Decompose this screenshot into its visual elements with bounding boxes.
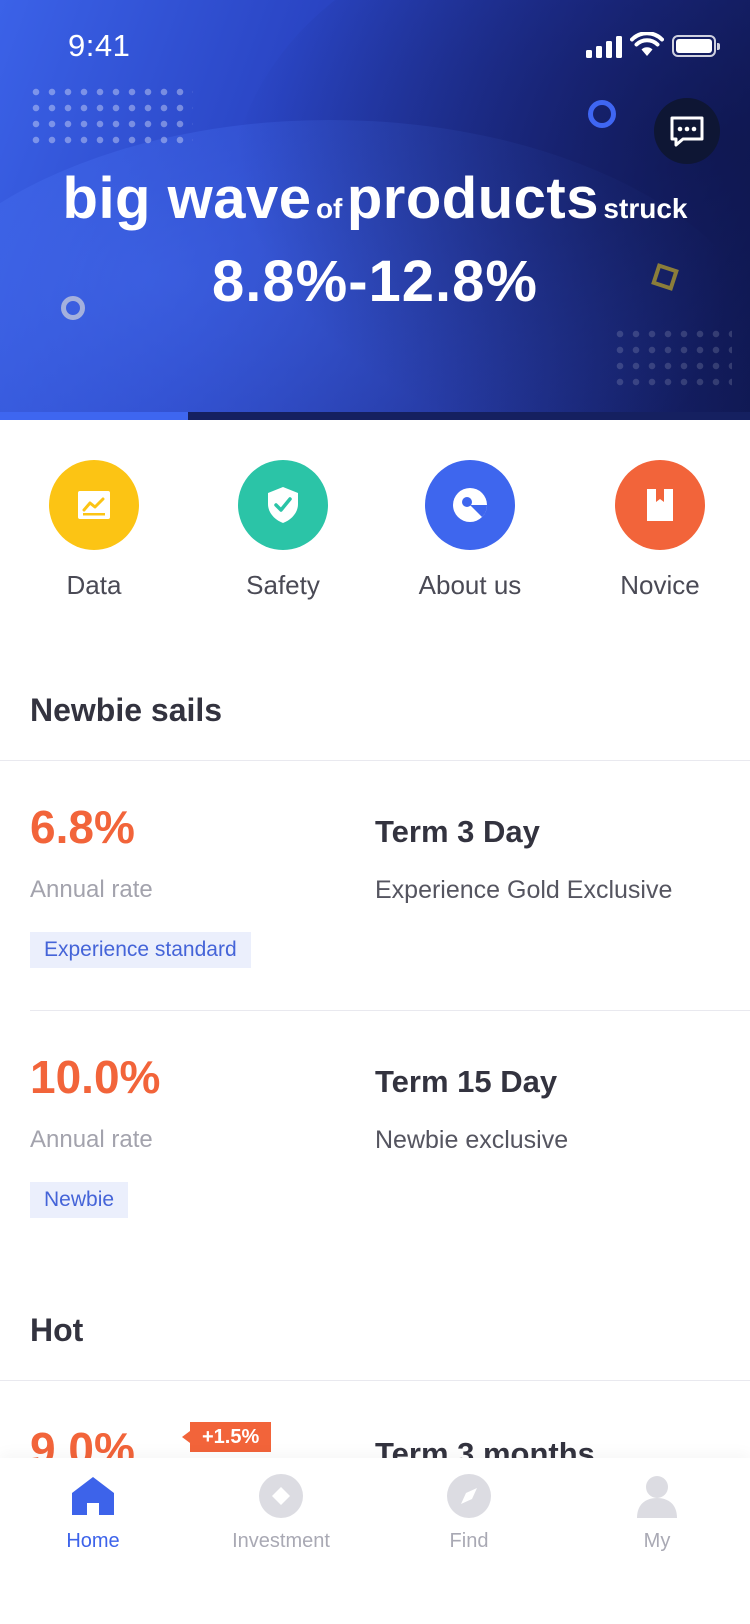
tab-find[interactable]: Find bbox=[389, 1474, 549, 1553]
divider bbox=[30, 1010, 750, 1011]
tab-my[interactable]: My bbox=[577, 1474, 737, 1553]
bonus-rate-badge: +1.5% bbox=[181, 1422, 272, 1452]
tab-label: My bbox=[643, 1530, 671, 1552]
divider bbox=[0, 760, 750, 761]
home-screen: 9:41 big wave of products struck 8.8%-12… bbox=[0, 0, 750, 1624]
cellular-signal-icon bbox=[586, 36, 624, 58]
section-title-newbie: Newbie sails bbox=[30, 692, 223, 728]
shortcut-novice[interactable]: Novice bbox=[580, 460, 740, 601]
headline-text: of bbox=[315, 193, 343, 224]
product-tag: Experience standard bbox=[30, 932, 251, 968]
dot-pattern-decoration bbox=[612, 326, 732, 388]
shortcut-grid: Data Safety About us Novice bbox=[0, 460, 750, 610]
message-button[interactable] bbox=[654, 98, 720, 164]
tab-investment[interactable]: Investment bbox=[201, 1474, 361, 1553]
battery-icon bbox=[672, 35, 720, 57]
chat-bubble-icon bbox=[670, 116, 704, 147]
user-icon bbox=[635, 1474, 679, 1518]
shortcut-label: About us bbox=[418, 570, 522, 600]
compass-icon bbox=[453, 488, 487, 522]
section-title-hot: Hot bbox=[30, 1312, 84, 1348]
wifi-icon bbox=[630, 32, 664, 56]
product-rate-label: Annual rate bbox=[30, 1126, 153, 1153]
product-tag: Newbie bbox=[30, 1182, 129, 1218]
headline-text: struck bbox=[603, 193, 688, 224]
tab-home[interactable]: Home bbox=[13, 1474, 173, 1553]
product-description: Newbie exclusive bbox=[375, 1126, 569, 1154]
product-rate: 10.0% bbox=[30, 1051, 161, 1103]
shield-check-icon bbox=[268, 487, 298, 523]
chart-icon bbox=[78, 491, 110, 519]
product-term: Term 15 Day bbox=[375, 1064, 558, 1099]
headline-text: products bbox=[346, 166, 599, 231]
shortcut-icon-circle bbox=[615, 460, 705, 550]
status-bar: 9:41 bbox=[0, 0, 750, 90]
promo-banner[interactable]: 9:41 big wave of products struck 8.8%-12… bbox=[0, 0, 750, 420]
divider bbox=[0, 1380, 750, 1381]
dot-pattern-decoration bbox=[28, 84, 193, 146]
shortcut-icon-circle bbox=[49, 460, 139, 550]
tab-label: Find bbox=[449, 1530, 489, 1552]
product-description: Experience Gold Exclusive bbox=[375, 876, 673, 904]
carousel-progress bbox=[0, 412, 750, 420]
shortcut-about-us[interactable]: About us bbox=[390, 460, 550, 601]
tab-label: Investment bbox=[232, 1530, 330, 1552]
shortcut-label: Data bbox=[66, 570, 122, 600]
banner-rate-range: 8.8%-12.8% bbox=[212, 249, 538, 314]
shortcut-data[interactable]: Data bbox=[14, 460, 174, 601]
bottom-tab-bar: Home Investment Find My bbox=[0, 1458, 750, 1624]
shortcut-label: Novice bbox=[620, 570, 700, 600]
carousel-progress-fill bbox=[0, 412, 188, 420]
product-rate-label: Annual rate bbox=[30, 876, 153, 903]
banner-headline: big wave of products struck bbox=[0, 165, 750, 232]
headline-text: big wave bbox=[62, 166, 312, 231]
product-card[interactable]: 10.0% Annual rate Term 15 Day Newbie exc… bbox=[0, 1050, 750, 1240]
status-time: 9:41 bbox=[68, 28, 131, 63]
book-icon bbox=[647, 489, 673, 521]
shortcut-icon-circle bbox=[238, 460, 328, 550]
shortcut-label: Safety bbox=[246, 570, 320, 600]
ring-decoration bbox=[588, 100, 616, 128]
home-icon bbox=[71, 1474, 115, 1518]
product-term: Term 3 Day bbox=[375, 814, 540, 849]
tab-label: Home bbox=[66, 1530, 120, 1552]
product-rate: 6.8% bbox=[30, 801, 135, 853]
discover-icon bbox=[447, 1474, 491, 1518]
shortcut-safety[interactable]: Safety bbox=[203, 460, 363, 601]
product-card[interactable]: 6.8% Annual rate Term 3 Day Experience G… bbox=[0, 800, 750, 990]
shortcut-icon-circle bbox=[425, 460, 515, 550]
investment-icon bbox=[259, 1474, 303, 1518]
